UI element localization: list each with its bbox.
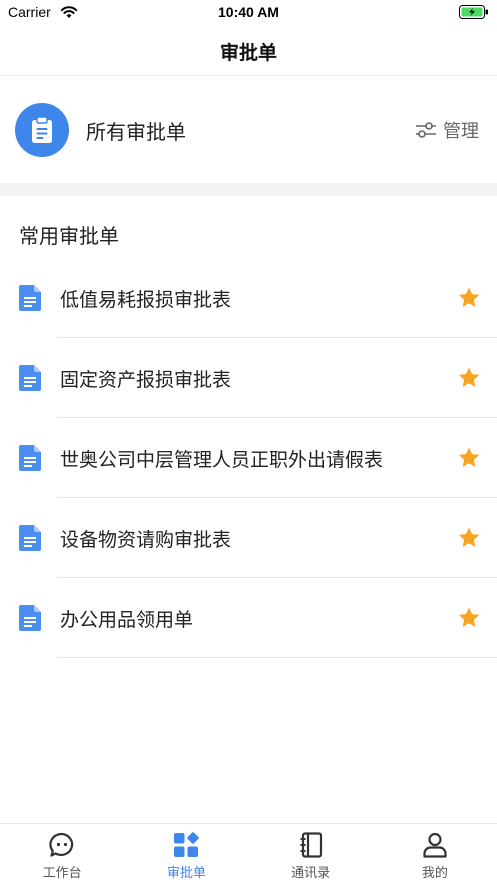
form-item[interactable]: 低值易耗报损审批表 [0,258,497,338]
tab-mine[interactable]: 我的 [373,824,497,883]
form-item[interactable]: 办公用品领用单 [0,578,497,658]
star-icon[interactable] [457,526,481,550]
form-item-label: 世奥公司中层管理人员正职外出请假表 [60,449,384,471]
star-icon[interactable] [457,446,481,470]
clock: 10:40 AM [218,4,279,20]
section-divider [0,183,497,196]
all-forms-row[interactable]: 所有审批单 管理 [0,77,497,183]
battery-icon [459,5,488,19]
tab-contacts[interactable]: 通讯录 [249,824,373,883]
document-icon [19,525,41,551]
form-item[interactable]: 世奥公司中层管理人员正职外出请假表 [0,418,497,498]
form-item-label: 设备物资请购审批表 [60,529,232,551]
form-item-label: 低值易耗报损审批表 [60,289,232,311]
form-item[interactable]: 固定资产报损审批表 [0,338,497,418]
document-icon [19,285,41,311]
clipboard-icon [15,103,69,157]
tab-bar: 工作台 审批单 通讯录 我的 [0,823,497,883]
tab-approvals[interactable]: 审批单 [124,824,248,883]
chat-bubble-icon [49,832,74,857]
navigation-bar: 审批单 [0,26,497,76]
form-item-label: 办公用品领用单 [60,609,194,631]
star-icon[interactable] [457,606,481,630]
star-icon[interactable] [457,286,481,310]
common-forms-list: 低值易耗报损审批表 固定资产报损审批表 世奥公司中层管理人员正职外出请假表 设备… [0,258,497,658]
all-forms-label: 所有审批单 [86,120,186,144]
form-item[interactable]: 设备物资请购审批表 [0,498,497,578]
tab-label: 通讯录 [291,866,331,881]
tab-label: 审批单 [166,866,206,881]
star-icon[interactable] [457,366,481,390]
section-title: 常用审批单 [19,224,119,248]
row-divider [57,657,497,658]
sliders-icon [416,122,436,138]
manage-label: 管理 [443,121,479,142]
tab-label: 我的 [421,866,448,881]
status-bar: Carrier 10:40 AM [0,0,497,26]
contacts-book-icon [300,832,322,858]
person-icon [423,832,447,858]
tab-workbench[interactable]: 工作台 [0,824,124,883]
document-icon [19,605,41,631]
page-title: 审批单 [219,42,277,64]
grid-icon [174,832,200,857]
tab-label: 工作台 [42,866,82,881]
document-icon [19,445,41,471]
document-icon [19,365,41,391]
manage-button[interactable]: 管理 [415,117,479,143]
form-item-label: 固定资产报损审批表 [60,369,232,391]
